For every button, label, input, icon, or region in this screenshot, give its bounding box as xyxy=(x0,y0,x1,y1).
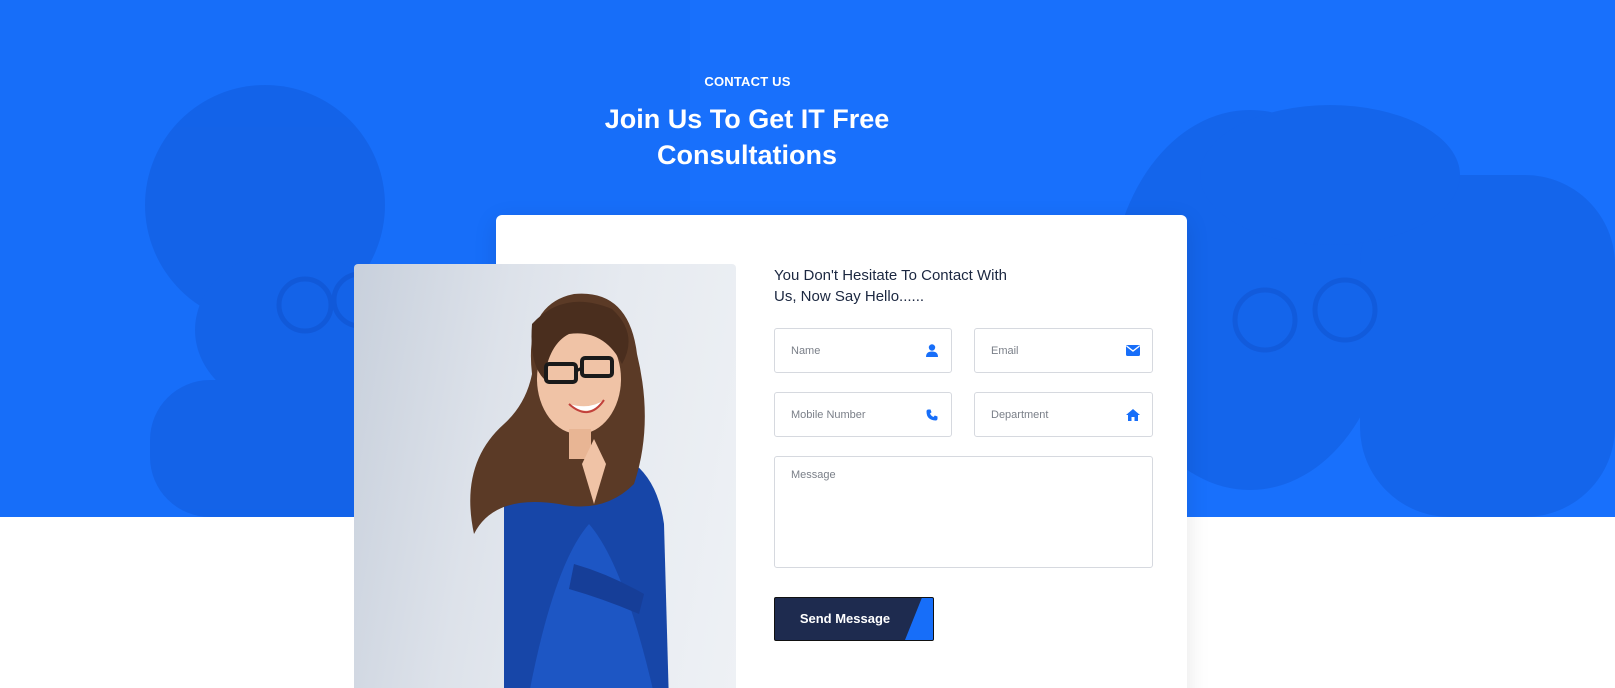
name-field[interactable] xyxy=(774,328,952,373)
email-field[interactable] xyxy=(974,328,1153,373)
section-title: Join Us To Get IT Free Consultations xyxy=(604,104,890,170)
form-heading: You Don't Hesitate To Contact With Us, N… xyxy=(774,267,1007,305)
message-input[interactable] xyxy=(775,457,1152,567)
envelope-icon xyxy=(1126,344,1140,358)
department-field[interactable] xyxy=(974,392,1153,437)
send-message-button[interactable]: Send Message xyxy=(774,597,934,641)
message-field[interactable] xyxy=(774,456,1153,568)
section-tag: CONTACT US xyxy=(704,74,791,89)
send-message-label: Send Message xyxy=(799,611,891,626)
mobile-field[interactable] xyxy=(774,392,952,437)
woman-illustration xyxy=(470,293,669,688)
user-icon xyxy=(925,344,939,358)
home-icon xyxy=(1126,408,1140,422)
contact-photo xyxy=(354,264,736,688)
phone-icon xyxy=(925,408,939,422)
